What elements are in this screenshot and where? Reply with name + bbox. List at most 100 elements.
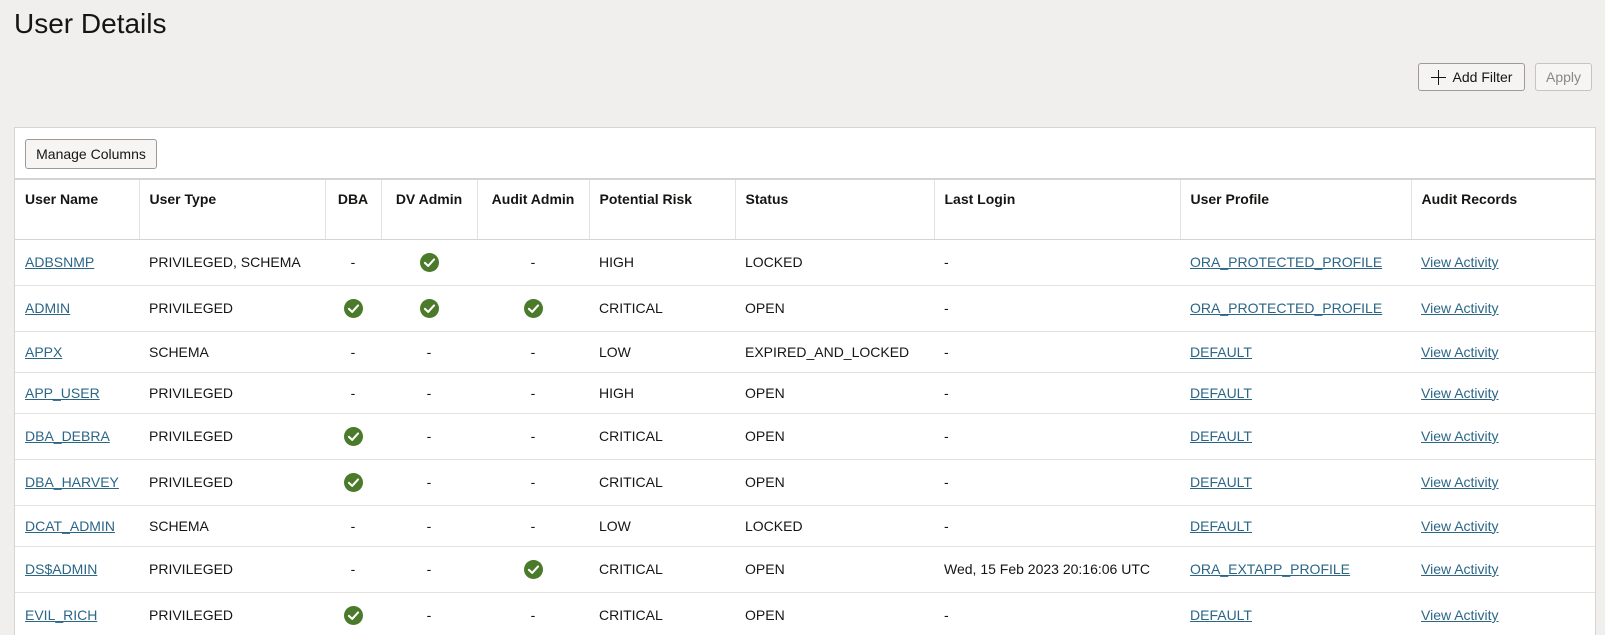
user-profile-link[interactable]: DEFAULT [1190, 344, 1252, 360]
dba-cell [325, 285, 381, 332]
user-type-cell: PRIVILEGED [139, 372, 325, 414]
user-name-link[interactable]: EVIL_RICH [25, 607, 97, 623]
user-profile-link[interactable]: DEFAULT [1190, 518, 1252, 534]
user-profile-link[interactable]: DEFAULT [1190, 428, 1252, 444]
audit-records-link[interactable]: View Activity [1421, 561, 1499, 577]
dv-admin-empty: - [426, 474, 432, 490]
audit-records-link[interactable]: View Activity [1421, 344, 1499, 360]
potential-risk: LOW [599, 517, 631, 534]
user-name-link[interactable]: DS$ADMIN [25, 561, 97, 577]
table-row: DS$ADMIN PRIVILEGED - - CRITICAL OPEN Wed, 15 … [15, 546, 1595, 593]
last-login-cell: - [934, 372, 1180, 414]
page-title: User Details [14, 8, 167, 39]
table-row: DCAT_ADMIN SCHEMA - - - LOW LOCKED - DEFAULT View… [15, 505, 1595, 547]
audit-records-cell: View Activity [1411, 239, 1595, 286]
status: OPEN [745, 474, 785, 490]
status-cell: OPEN [735, 413, 934, 460]
apply-button[interactable]: Apply [1535, 63, 1592, 91]
header-dv-admin[interactable]: DV Admin [381, 178, 478, 240]
table-row: DBA_HARVEY PRIVILEGED - - CRITICAL OPEN - DEFAU… [15, 459, 1595, 506]
user-profile-cell: ORA_PROTECTED_PROFILE [1180, 285, 1411, 332]
audit-admin-cell: - [477, 592, 589, 635]
add-filter-button[interactable]: Add Filter [1418, 63, 1525, 91]
status-cell: OPEN [735, 546, 934, 593]
user-name-cell: DCAT_ADMIN [15, 505, 139, 547]
user-name-link[interactable]: APPX [25, 344, 62, 360]
header-user-name[interactable]: User Name [15, 178, 140, 240]
header-dba[interactable]: DBA [325, 178, 382, 240]
dba-empty: - [350, 254, 356, 270]
check-circle-icon [523, 559, 543, 579]
user-name-link[interactable]: DCAT_ADMIN [25, 518, 115, 534]
dv-admin-cell: - [381, 459, 477, 506]
potential-risk: CRITICAL [599, 607, 663, 623]
user-name-cell: ADBSNMP [15, 239, 139, 286]
user-profile-cell: DEFAULT [1180, 372, 1411, 414]
user-name-cell: APP_USER [15, 372, 139, 414]
audit-records-link[interactable]: View Activity [1421, 518, 1499, 534]
header-potential-risk[interactable]: Potential Risk [589, 178, 736, 240]
check-circle-icon [343, 605, 363, 625]
potential-risk: CRITICAL [599, 474, 663, 490]
check-circle-icon [343, 298, 363, 318]
user-profile-link[interactable]: ORA_EXTAPP_PROFILE [1190, 561, 1350, 577]
user-details-table: User Name User Type DBA DV Admin Audit A… [15, 178, 1595, 635]
audit-records-link[interactable]: View Activity [1421, 300, 1499, 316]
audit-records-link[interactable]: View Activity [1421, 474, 1499, 490]
dba-cell [325, 459, 381, 506]
status: EXPIRED_AND_LOCKED [745, 343, 910, 360]
dba-cell [325, 413, 381, 460]
audit-admin-empty: - [530, 607, 536, 623]
header-last-login[interactable]: Last Login [934, 178, 1181, 240]
audit-admin-cell [477, 285, 589, 332]
last-login-cell: - [934, 413, 1180, 460]
user-name-link[interactable]: DBA_HARVEY [25, 474, 119, 490]
user-type: PRIVILEGED [149, 428, 234, 444]
last-login: - [944, 300, 949, 316]
user-profile-cell: DEFAULT [1180, 592, 1411, 635]
potential-risk: CRITICAL [599, 428, 663, 444]
dba-empty: - [350, 517, 356, 534]
user-name-cell: ADMIN [15, 285, 139, 332]
audit-records-link[interactable]: View Activity [1421, 428, 1499, 444]
audit-records-link[interactable]: View Activity [1421, 254, 1499, 270]
status: OPEN [745, 428, 785, 444]
user-profile-link[interactable]: ORA_PROTECTED_PROFILE [1190, 254, 1382, 270]
audit-records-link[interactable]: View Activity [1421, 607, 1499, 623]
check-circle-icon [343, 472, 363, 492]
user-profile-link[interactable]: DEFAULT [1190, 385, 1252, 401]
header-status[interactable]: Status [735, 178, 935, 240]
dba-empty: - [350, 384, 356, 401]
last-login: - [944, 607, 949, 623]
user-name-cell: EVIL_RICH [15, 592, 139, 635]
user-name-link[interactable]: ADBSNMP [25, 254, 94, 270]
dba-cell: - [325, 505, 381, 547]
last-login-cell: - [934, 331, 1180, 373]
user-type: PRIVILEGED [149, 384, 234, 401]
header-user-type[interactable]: User Type [139, 178, 326, 240]
user-name-link[interactable]: APP_USER [25, 385, 100, 401]
last-login: - [944, 254, 949, 270]
last-login-cell: - [934, 459, 1180, 506]
user-type: PRIVILEGED, SCHEMA [149, 254, 301, 270]
user-profile-link[interactable]: DEFAULT [1190, 607, 1252, 623]
dv-admin-empty: - [426, 384, 432, 401]
dba-cell [325, 592, 381, 635]
audit-records-cell: View Activity [1411, 546, 1595, 593]
audit-records-link[interactable]: View Activity [1421, 385, 1499, 401]
audit-admin-empty: - [530, 254, 536, 270]
user-type-cell: PRIVILEGED [139, 413, 325, 460]
user-name-link[interactable]: DBA_DEBRA [25, 428, 110, 444]
manage-columns-button[interactable]: Manage Columns [25, 139, 157, 169]
dba-cell: - [325, 372, 381, 414]
user-name-link[interactable]: ADMIN [25, 300, 70, 316]
header-audit-admin[interactable]: Audit Admin [477, 178, 590, 240]
header-user-profile[interactable]: User Profile [1180, 178, 1412, 240]
user-profile-link[interactable]: DEFAULT [1190, 474, 1252, 490]
user-type: PRIVILEGED [149, 300, 234, 316]
header-audit-records[interactable]: Audit Records [1411, 178, 1595, 240]
user-profile-cell: DEFAULT [1180, 413, 1411, 460]
user-profile-link[interactable]: ORA_PROTECTED_PROFILE [1190, 300, 1382, 316]
audit-records-cell: View Activity [1411, 331, 1595, 373]
audit-records-cell: View Activity [1411, 285, 1595, 332]
